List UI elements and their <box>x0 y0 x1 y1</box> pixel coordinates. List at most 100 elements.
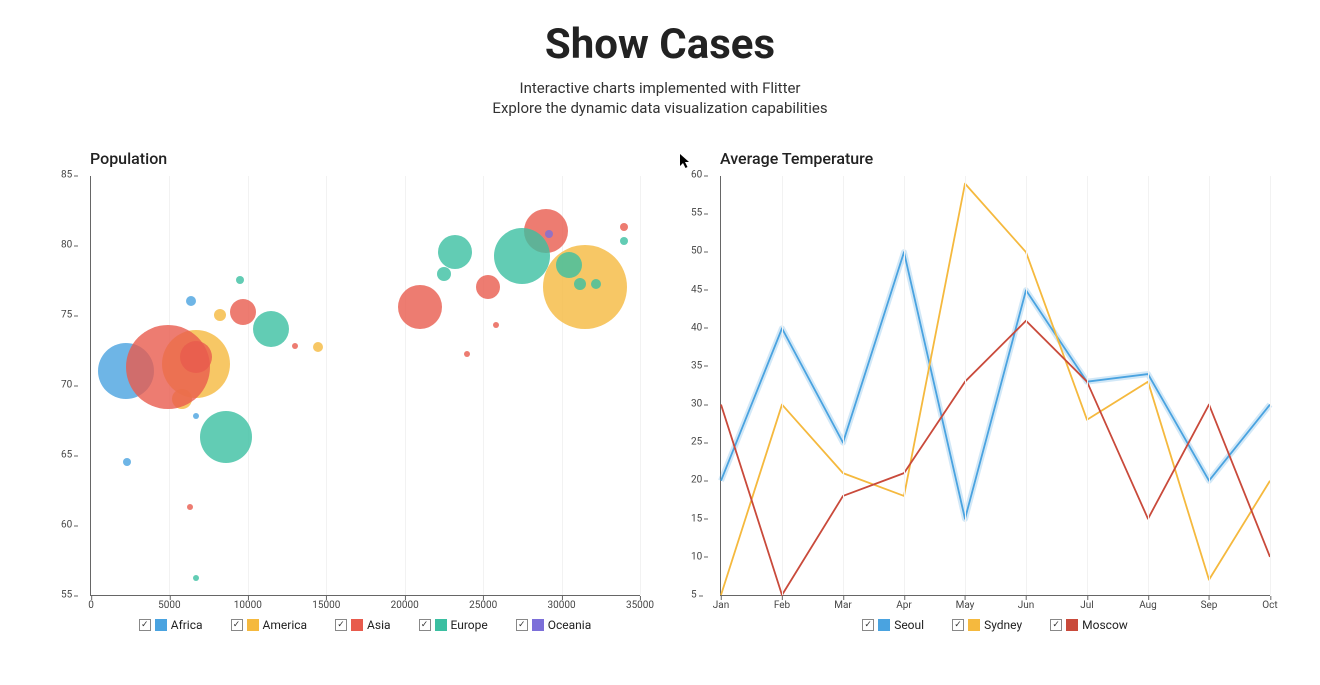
bubble-europe[interactable] <box>620 237 628 245</box>
x-tick: 10000 <box>234 600 262 611</box>
bubble-europe[interactable] <box>438 235 472 269</box>
checkbox-icon[interactable]: ✓ <box>231 619 243 631</box>
bubble-asia[interactable] <box>187 504 193 510</box>
y-tick: 60 <box>61 520 72 531</box>
x-tick: Oct <box>1262 600 1277 611</box>
bubble-america[interactable] <box>313 342 323 352</box>
legend-swatch <box>968 619 980 631</box>
legend-label: Africa <box>171 618 203 632</box>
checkbox-icon[interactable]: ✓ <box>1050 619 1062 631</box>
y-tick: 50 <box>691 246 702 257</box>
x-tick: 20000 <box>391 600 419 611</box>
legend-item-africa[interactable]: ✓ Africa <box>139 618 203 632</box>
checkbox-icon[interactable]: ✓ <box>862 619 874 631</box>
legend-item-oceania[interactable]: ✓Oceania <box>516 618 592 632</box>
line-seoul-glow <box>721 252 1270 519</box>
page-title: Show Cases <box>0 20 1320 69</box>
bubble-europe[interactable] <box>253 311 289 347</box>
bubble-europe[interactable] <box>437 267 451 281</box>
legend-swatch <box>435 619 447 631</box>
x-tick: 5000 <box>158 600 180 611</box>
y-tick: 65 <box>61 450 72 461</box>
temperature-chart-plot[interactable]: 51015202530354045505560JanFebMarAprMayJu… <box>720 176 1270 596</box>
x-tick: 25000 <box>469 600 497 611</box>
bubble-europe[interactable] <box>556 252 582 278</box>
legend-label: America <box>263 618 308 632</box>
bubble-asia[interactable] <box>493 322 499 328</box>
x-tick: Jul <box>1080 600 1093 611</box>
bubble-africa[interactable] <box>123 458 131 466</box>
legend-item-asia[interactable]: ✓ Asia <box>335 618 390 632</box>
y-tick: 60 <box>691 170 702 181</box>
bubble-asia[interactable] <box>398 285 442 329</box>
line-seoul[interactable] <box>721 252 1270 519</box>
bubble-europe[interactable] <box>236 276 244 284</box>
x-tick: 0 <box>88 600 94 611</box>
grid-line <box>904 176 905 595</box>
grid-line <box>843 176 844 595</box>
bubble-asia[interactable] <box>464 351 470 357</box>
grid-line <box>483 176 484 595</box>
bubble-europe[interactable] <box>591 279 601 289</box>
bubble-europe[interactable] <box>494 228 550 284</box>
line-moscow[interactable] <box>721 321 1270 595</box>
legend-swatch <box>532 619 544 631</box>
population-chart-plot[interactable]: 5560657075808505000100001500020000250003… <box>90 176 640 596</box>
legend-label: Asia <box>367 618 390 632</box>
population-chart: Population 55606570758085050001000015000… <box>50 149 640 632</box>
legend-swatch <box>351 619 363 631</box>
y-tick: 10 <box>691 551 702 562</box>
y-tick: 55 <box>691 208 702 219</box>
bubble-asia[interactable] <box>476 275 500 299</box>
y-tick: 25 <box>691 437 702 448</box>
y-tick: 40 <box>691 322 702 333</box>
x-tick: Jun <box>1018 600 1035 611</box>
bubble-oceania[interactable] <box>545 230 553 238</box>
subtitle-line-2: Explore the dynamic data visualization c… <box>0 99 1320 117</box>
y-tick: 85 <box>61 170 72 181</box>
legend-label: Europe <box>451 618 488 632</box>
legend-label: Sydney <box>984 618 1022 632</box>
bubble-asia[interactable] <box>180 341 212 373</box>
y-tick: 35 <box>691 360 702 371</box>
checkbox-icon[interactable]: ✓ <box>952 619 964 631</box>
y-tick: 15 <box>691 513 702 524</box>
grid-line <box>326 176 327 595</box>
legend-swatch <box>878 619 890 631</box>
bubble-africa[interactable] <box>193 413 199 419</box>
y-tick: 55 <box>61 590 72 601</box>
grid-line <box>965 176 966 595</box>
checkbox-icon[interactable]: ✓ <box>419 619 431 631</box>
legend-item-sydney[interactable]: ✓ Sydney <box>952 618 1022 632</box>
bubble-africa[interactable] <box>186 296 196 306</box>
legend-item-europe[interactable]: ✓ Europe <box>419 618 488 632</box>
bubble-europe[interactable] <box>574 278 586 290</box>
population-chart-legend: ✓ Africa ✓ America ✓ Asia ✓ Europe ✓Oceania <box>90 618 640 632</box>
legend-swatch <box>247 619 259 631</box>
bubble-europe[interactable] <box>193 575 199 581</box>
x-tick: 30000 <box>548 600 576 611</box>
bubble-america[interactable] <box>214 309 226 321</box>
line-sydney[interactable] <box>721 184 1270 595</box>
legend-swatch <box>155 619 167 631</box>
grid-line <box>1087 176 1088 595</box>
bubble-europe[interactable] <box>200 411 252 463</box>
bubble-asia[interactable] <box>292 343 298 349</box>
x-tick: Sep <box>1201 600 1218 611</box>
bubble-asia[interactable] <box>230 299 256 325</box>
legend-label: Seoul <box>894 618 924 632</box>
checkbox-icon[interactable]: ✓ <box>335 619 347 631</box>
x-tick: Apr <box>896 600 912 611</box>
checkbox-icon[interactable]: ✓ <box>139 619 151 631</box>
legend-item-moscow[interactable]: ✓ Moscow <box>1050 618 1128 632</box>
x-tick: 35000 <box>626 600 654 611</box>
x-tick: Aug <box>1139 600 1157 611</box>
legend-item-america[interactable]: ✓ America <box>231 618 308 632</box>
x-tick: 15000 <box>312 600 340 611</box>
grid-line <box>248 176 249 595</box>
legend-item-seoul[interactable]: ✓ Seoul <box>862 618 924 632</box>
legend-label: Moscow <box>1082 618 1128 632</box>
checkbox-icon[interactable]: ✓ <box>516 619 528 631</box>
bubble-asia[interactable] <box>620 223 628 231</box>
x-tick: Mar <box>834 600 852 611</box>
